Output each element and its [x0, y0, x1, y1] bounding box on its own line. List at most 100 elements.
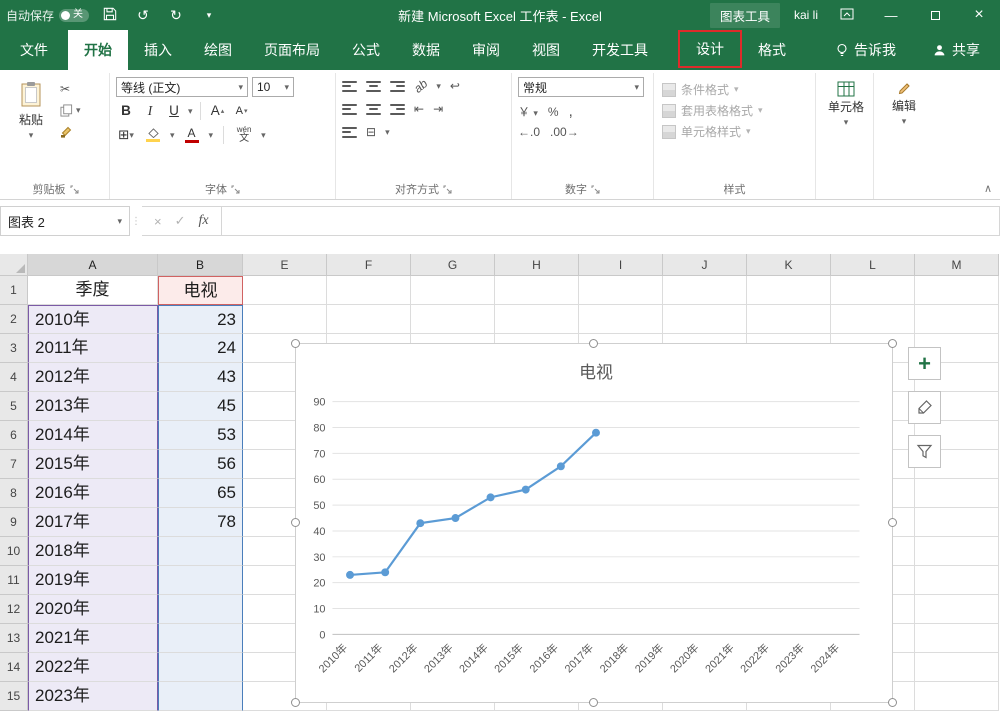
- cell-M1[interactable]: [915, 276, 999, 305]
- chart-elements-button[interactable]: +: [908, 347, 941, 380]
- tab-developer[interactable]: 开发工具: [576, 30, 664, 70]
- comma-style-button[interactable]: ,: [569, 103, 573, 120]
- tab-review[interactable]: 审阅: [456, 30, 516, 70]
- bold-button[interactable]: B: [116, 101, 136, 121]
- tab-draw[interactable]: 绘图: [188, 30, 248, 70]
- column-header-I[interactable]: I: [579, 254, 663, 276]
- alignment-dialog-launcher[interactable]: [443, 185, 452, 194]
- formula-input[interactable]: [221, 206, 1000, 236]
- chart-selection-handle[interactable]: [888, 339, 897, 348]
- paste-button[interactable]: 粘贴 ▾: [8, 77, 54, 140]
- cell-A9[interactable]: 2017年: [28, 508, 158, 537]
- share-button[interactable]: 共享: [925, 30, 988, 70]
- cell-M9[interactable]: [915, 508, 999, 537]
- cells-button[interactable]: 单元格 ▾: [822, 77, 870, 127]
- cell-F1[interactable]: [327, 276, 411, 305]
- merge-center-button[interactable]: ⊟: [366, 125, 376, 139]
- tab-home[interactable]: 开始: [68, 30, 128, 70]
- decrease-indent-button[interactable]: ⇤: [414, 102, 424, 116]
- cell-H2[interactable]: [495, 305, 579, 334]
- customize-qat-dropdown[interactable]: ▾: [197, 10, 221, 20]
- chart-selection-handle[interactable]: [888, 518, 897, 527]
- cell-M12[interactable]: [915, 595, 999, 624]
- text-direction-button[interactable]: [342, 126, 357, 138]
- cell-B9[interactable]: 78: [158, 508, 243, 537]
- column-header-E[interactable]: E: [243, 254, 327, 276]
- phonetic-guide-button[interactable]: wén 文: [234, 125, 254, 145]
- increase-indent-button[interactable]: ⇥: [433, 102, 443, 116]
- column-header-H[interactable]: H: [495, 254, 579, 276]
- cell-H1[interactable]: [495, 276, 579, 305]
- orientation-button[interactable]: ab: [411, 76, 430, 95]
- cell-E1[interactable]: [243, 276, 327, 305]
- name-box[interactable]: 图表 2 ▾: [0, 206, 130, 236]
- row-header-11[interactable]: 11: [0, 566, 28, 595]
- row-header-8[interactable]: 8: [0, 479, 28, 508]
- tab-design[interactable]: 设计: [678, 30, 742, 68]
- cell-A14[interactable]: 2022年: [28, 653, 158, 682]
- cell-M11[interactable]: [915, 566, 999, 595]
- align-center-button[interactable]: [366, 103, 381, 115]
- row-header-1[interactable]: 1: [0, 276, 28, 305]
- align-left-button[interactable]: [342, 103, 357, 115]
- redo-button[interactable]: ↻: [164, 7, 188, 24]
- row-header-9[interactable]: 9: [0, 508, 28, 537]
- accounting-format-button[interactable]: ￥ ▾: [518, 103, 538, 120]
- save-button[interactable]: [98, 7, 122, 24]
- cell-I1[interactable]: [579, 276, 663, 305]
- cell-M2[interactable]: [915, 305, 999, 334]
- enter-button[interactable]: ✓: [175, 213, 186, 229]
- column-header-F[interactable]: F: [327, 254, 411, 276]
- tab-data[interactable]: 数据: [396, 30, 456, 70]
- cell-B1[interactable]: 电视: [158, 276, 243, 305]
- autosave-toggle[interactable]: 自动保存 关: [6, 7, 90, 24]
- tab-format[interactable]: 格式: [742, 30, 802, 70]
- chart-selection-handle[interactable]: [589, 339, 598, 348]
- align-top-button[interactable]: [342, 80, 357, 92]
- cell-B4[interactable]: 43: [158, 363, 243, 392]
- tab-file[interactable]: 文件: [0, 30, 68, 70]
- chart-selection-handle[interactable]: [291, 339, 300, 348]
- font-family-combo[interactable]: 等线 (正文) ▾: [116, 77, 248, 97]
- chart-selection-handle[interactable]: [291, 698, 300, 707]
- clipboard-dialog-launcher[interactable]: [70, 185, 79, 194]
- cell-B2[interactable]: 23: [158, 305, 243, 334]
- cell-J1[interactable]: [663, 276, 747, 305]
- tab-page-layout[interactable]: 页面布局: [248, 30, 336, 70]
- tab-insert[interactable]: 插入: [128, 30, 188, 70]
- cell-B15[interactable]: [158, 682, 243, 711]
- close-button[interactable]: ×: [964, 6, 994, 24]
- row-header-5[interactable]: 5: [0, 392, 28, 421]
- cell-M10[interactable]: [915, 537, 999, 566]
- collapse-ribbon-button[interactable]: ∧: [984, 182, 992, 195]
- cell-E2[interactable]: [243, 305, 327, 334]
- cell-K2[interactable]: [747, 305, 831, 334]
- align-middle-button[interactable]: [366, 80, 381, 92]
- column-header-J[interactable]: J: [663, 254, 747, 276]
- increase-decimal-button[interactable]: ←.0: [518, 125, 540, 139]
- percent-style-button[interactable]: %: [548, 105, 559, 119]
- column-header-G[interactable]: G: [411, 254, 495, 276]
- copy-button[interactable]: ▾: [60, 102, 81, 118]
- grow-font-button[interactable]: A ▴: [208, 101, 228, 121]
- cell-J2[interactable]: [663, 305, 747, 334]
- cancel-button[interactable]: ×: [154, 214, 162, 229]
- format-as-table-button[interactable]: 套用表格格式 ▾: [662, 102, 807, 119]
- cell-M8[interactable]: [915, 479, 999, 508]
- row-header-13[interactable]: 13: [0, 624, 28, 653]
- chart-selection-handle[interactable]: [589, 698, 598, 707]
- minimize-button[interactable]: —: [876, 8, 906, 23]
- cell-G1[interactable]: [411, 276, 495, 305]
- cell-B11[interactable]: [158, 566, 243, 595]
- cell-B3[interactable]: 24: [158, 334, 243, 363]
- cell-A10[interactable]: 2018年: [28, 537, 158, 566]
- column-header-M[interactable]: M: [915, 254, 999, 276]
- chart-selection-handle[interactable]: [291, 518, 300, 527]
- wrap-text-button[interactable]: ↩: [450, 79, 460, 93]
- cell-A8[interactable]: 2016年: [28, 479, 158, 508]
- cell-M14[interactable]: [915, 653, 999, 682]
- cell-K1[interactable]: [747, 276, 831, 305]
- cell-B8[interactable]: 65: [158, 479, 243, 508]
- tab-formulas[interactable]: 公式: [336, 30, 396, 70]
- cell-A2[interactable]: 2010年: [28, 305, 158, 334]
